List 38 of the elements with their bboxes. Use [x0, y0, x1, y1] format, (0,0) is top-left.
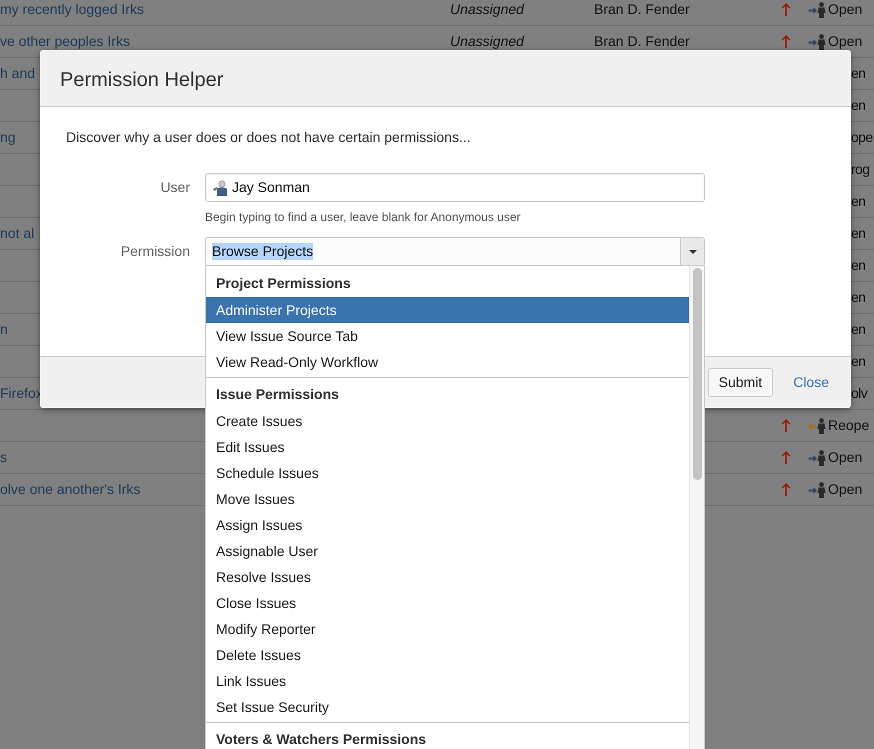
dialog-title: Permission Helper: [60, 68, 224, 93]
group-heading: Voters & Watchers Permissions: [216, 730, 426, 748]
status-text: ope: [851, 128, 873, 147]
status-text: en: [851, 192, 866, 211]
status-text: en: [851, 96, 866, 115]
group-heading: Issue Permissions: [216, 384, 339, 404]
user-avatar-icon: [212, 180, 228, 196]
submit-button[interactable]: Submit: [708, 368, 774, 397]
description-text: Discover why a user does or does not have certain permissions...: [66, 128, 471, 147]
close-link[interactable]: Close: [793, 372, 829, 393]
permission-select[interactable]: Browse Projects: [205, 237, 705, 266]
status-text: en: [851, 256, 866, 275]
status-text: en: [851, 352, 866, 371]
status-text: en: [851, 288, 866, 307]
status-text: olv: [851, 384, 868, 403]
reporter-text: Bran D. Fender: [594, 33, 690, 49]
status-text: Reope: [828, 416, 870, 435]
status-text: en: [851, 320, 866, 339]
status-text: en: [851, 64, 866, 83]
status-text: en: [851, 224, 866, 243]
scrollbar-thumb[interactable]: [692, 268, 702, 480]
caret-down-icon: [688, 250, 696, 254]
user-input-field[interactable]: Jay Sonman: [205, 173, 705, 202]
group-heading: Project Permissions: [216, 274, 351, 293]
status-text: Open: [828, 448, 862, 467]
help-text: Begin typing to find a user, leave blank for Anonymous user: [205, 209, 521, 225]
text-selection-highlight: Browse Projects: [212, 243, 314, 260]
assignee-text: Unassigned: [450, 33, 524, 49]
field-label: User: [160, 178, 190, 197]
reporter-text: Bran D. Fender: [594, 1, 690, 17]
field-label: Permission: [120, 242, 190, 261]
assignee-text: Unassigned: [450, 1, 524, 17]
dropdown-toggle-button[interactable]: [680, 238, 704, 265]
status-text: Open: [828, 0, 862, 19]
status-text: rog: [851, 160, 870, 179]
dropdown-option[interactable]: Administer Projects: [206, 297, 689, 323]
status-text: Open: [828, 480, 862, 499]
status-text: Open: [828, 32, 862, 51]
